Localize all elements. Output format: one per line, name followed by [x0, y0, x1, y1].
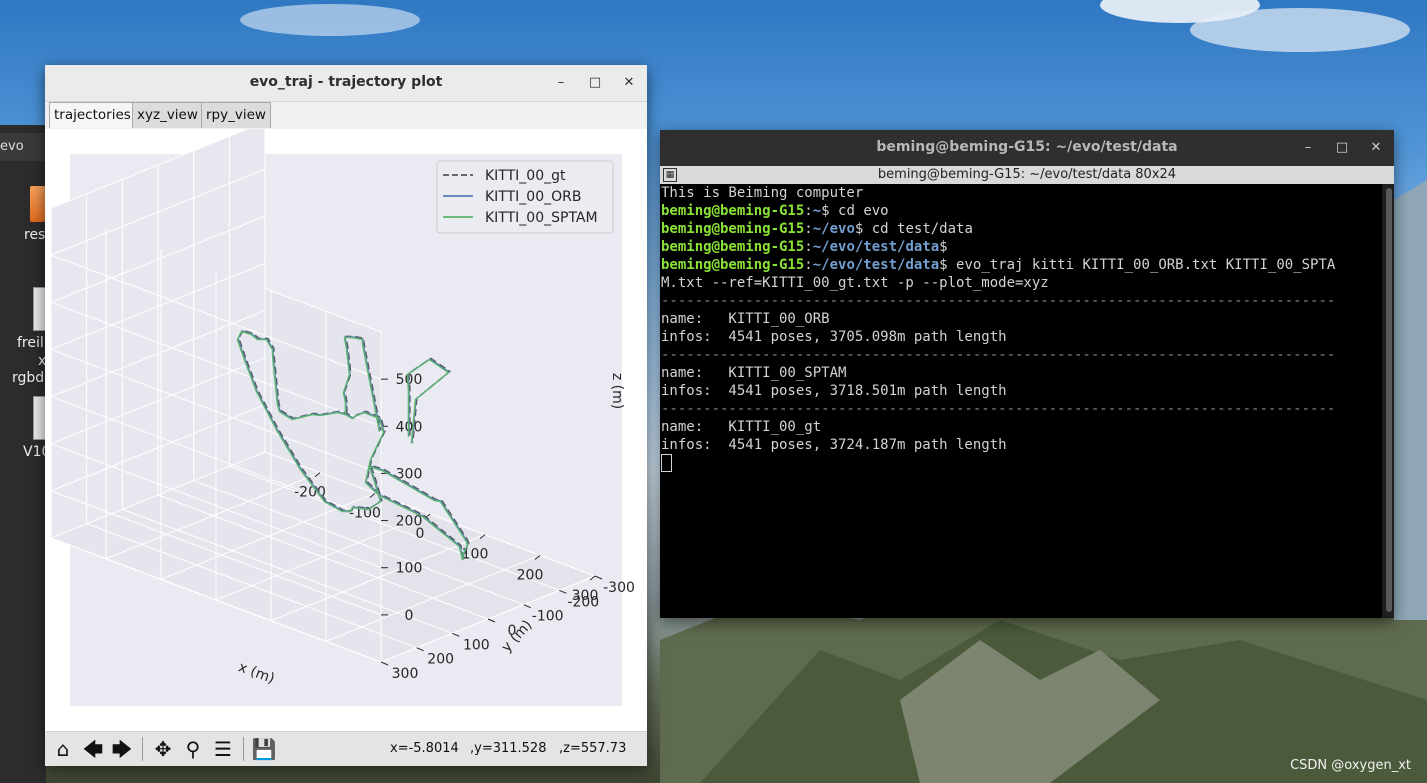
terminal-output-line: infos: 4541 poses, 3705.098m path length [661, 329, 1007, 345]
minimize-button[interactable]: – [1298, 138, 1318, 158]
tab-trajectories[interactable]: trajectories [49, 102, 136, 128]
terminal-prompt-line: beming@beming-G15:~/evo$ cd test/data [660, 220, 1382, 238]
archive-icon[interactable] [30, 186, 46, 222]
maximize-button[interactable]: □ [1332, 138, 1352, 158]
terminal-output-line: M.txt --ref=KITTI_00_gt.txt -p --plot_mo… [661, 275, 1049, 291]
terminal-output-line: This is Beiming computer [661, 185, 864, 201]
plot-titlebar[interactable]: evo_traj - trajectory plot – □ ✕ [45, 65, 647, 102]
terminal-output-line: infos: 4541 poses, 3724.187m path length [661, 437, 1007, 453]
file-manager-tab[interactable]: evo [0, 133, 46, 161]
terminal-cursor-line[interactable] [660, 454, 1382, 472]
terminal-title: beming@beming-G15: ~/evo/test/data [876, 139, 1178, 155]
terminal-output[interactable]: This is Beiming computer beming@beming-G1… [660, 184, 1382, 618]
tab-xyz-view[interactable]: xyz_view [132, 102, 203, 128]
maximize-button[interactable]: □ [585, 73, 605, 93]
terminal-output-line: name: KITTI_00_SPTAM [661, 365, 847, 381]
y-tick-label: 200 [427, 652, 454, 668]
prompt-path: ~/evo/test/data [812, 257, 940, 273]
close-button[interactable]: ✕ [1366, 138, 1386, 158]
y-tick-label: -300 [603, 580, 635, 596]
z-tick-label: 200 [396, 514, 423, 530]
legend-label: KITTI_00_ORB [485, 189, 581, 205]
terminal-output-line: infos: 4541 poses, 3718.501m path length [661, 383, 1007, 399]
desktop-label-res: res [24, 227, 46, 243]
terminal-separator: ----------------------------------------… [661, 401, 1336, 417]
prompt-command: $ cd evo [821, 203, 889, 219]
prompt-user: beming@beming-G15 [661, 239, 805, 255]
terminal-prompt-line: beming@beming-G15:~/evo/test/data$ [660, 238, 1382, 256]
terminal-titlebar[interactable]: beming@beming-G15: ~/evo/test/data – □ ✕ [660, 130, 1394, 166]
configure-icon[interactable]: ☰ [210, 736, 236, 762]
terminal-separator: ----------------------------------------… [661, 293, 1336, 309]
prompt-command: $ [939, 239, 948, 255]
terminal-scrollbar[interactable] [1382, 184, 1394, 618]
terminal-menu-icon[interactable]: ▦ [663, 168, 677, 182]
prompt-colon: : [804, 239, 813, 255]
desktop-label-rgbd: rgbd [12, 370, 45, 386]
z-axis-label: z (m) [609, 373, 625, 409]
prompt-user: beming@beming-G15 [661, 221, 805, 237]
prompt-colon: : [804, 221, 813, 237]
back-icon[interactable]: 🡄 [80, 736, 106, 762]
prompt-command: $ evo_traj kitti KITTI_00_ORB.txt KITTI_… [939, 257, 1336, 273]
terminal-output-line: name: KITTI_00_ORB [661, 311, 830, 327]
terminal-cursor [661, 454, 672, 472]
scrollbar-thumb[interactable] [1386, 188, 1392, 612]
home-icon[interactable]: ⌂ [50, 736, 76, 762]
coord-x: x=-5.8014 [390, 741, 459, 756]
z-tick-label: 100 [396, 561, 423, 577]
terminal-output-line: name: KITTI_00_gt [661, 419, 822, 435]
prompt-command: $ cd test/data [854, 221, 973, 237]
terminal-prompt-line: beming@beming-G15:~$ cd evo [660, 202, 1382, 220]
prompt-path: ~/evo [812, 221, 855, 237]
y-tick-label: -100 [532, 609, 564, 625]
legend-label: KITTI_00_SPTAM [485, 210, 598, 226]
coord-y: ,y=311.528 [470, 741, 547, 756]
prompt-user: beming@beming-G15 [661, 257, 805, 273]
close-button[interactable]: ✕ [619, 73, 639, 93]
terminal-prompt-line: beming@beming-G15:~/evo/test/data$ evo_t… [660, 256, 1382, 274]
zoom-icon[interactable]: ⚲ [180, 736, 206, 762]
y-tick-label: -200 [567, 594, 599, 610]
trajectory-3d-plot[interactable]: -200-1000100200300 -300-200-1000100200300… [45, 121, 647, 731]
y-tick-label: 100 [463, 637, 490, 653]
pan-icon[interactable]: ✥ [150, 736, 176, 762]
terminal-window: beming@beming-G15: ~/evo/test/data – □ ✕… [660, 130, 1394, 618]
y-tick-label: 300 [392, 666, 419, 682]
terminal-subtitle: beming@beming-G15: ~/evo/test/data 80x24 [877, 167, 1177, 182]
prompt-colon: : [804, 203, 813, 219]
plot-canvas[interactable]: -200 -100 0 100 200 300 -300 -200 -100 0 100 200 300… [45, 121, 647, 731]
save-icon[interactable]: 💾 [251, 736, 277, 762]
plot-toolbar: ⌂ 🡄 🡆 ✥ ⚲ ☰ 💾 x=-5.8014 ,y=311.528 ,z=55… [45, 731, 647, 766]
prompt-path: ~ [812, 203, 822, 219]
z-tick-label: 0 [405, 608, 414, 624]
toolbar-separator [243, 737, 244, 761]
x-tick-label: 200 [517, 567, 544, 583]
watermark: CSDN @oxygen_xt [1290, 758, 1411, 773]
plot-window: evo_traj - trajectory plot – □ ✕ traject… [45, 65, 647, 766]
terminal-separator: ----------------------------------------… [661, 347, 1336, 363]
tab-rpy-view[interactable]: rpy_view [201, 102, 271, 128]
prompt-colon: : [804, 257, 813, 273]
forward-icon[interactable]: 🡆 [109, 736, 135, 762]
minimize-button[interactable]: – [551, 73, 571, 93]
legend-label: KITTI_00_gt [485, 168, 566, 184]
coord-z: ,z=557.73 [559, 741, 627, 756]
desktop-label-freil: freil [17, 335, 44, 351]
prompt-user: beming@beming-G15 [661, 203, 805, 219]
terminal-tab-bar: ▦ beming@beming-G15: ~/evo/test/data 80x… [660, 166, 1394, 184]
toolbar-separator [142, 737, 143, 761]
prompt-path: ~/evo/test/data [812, 239, 940, 255]
